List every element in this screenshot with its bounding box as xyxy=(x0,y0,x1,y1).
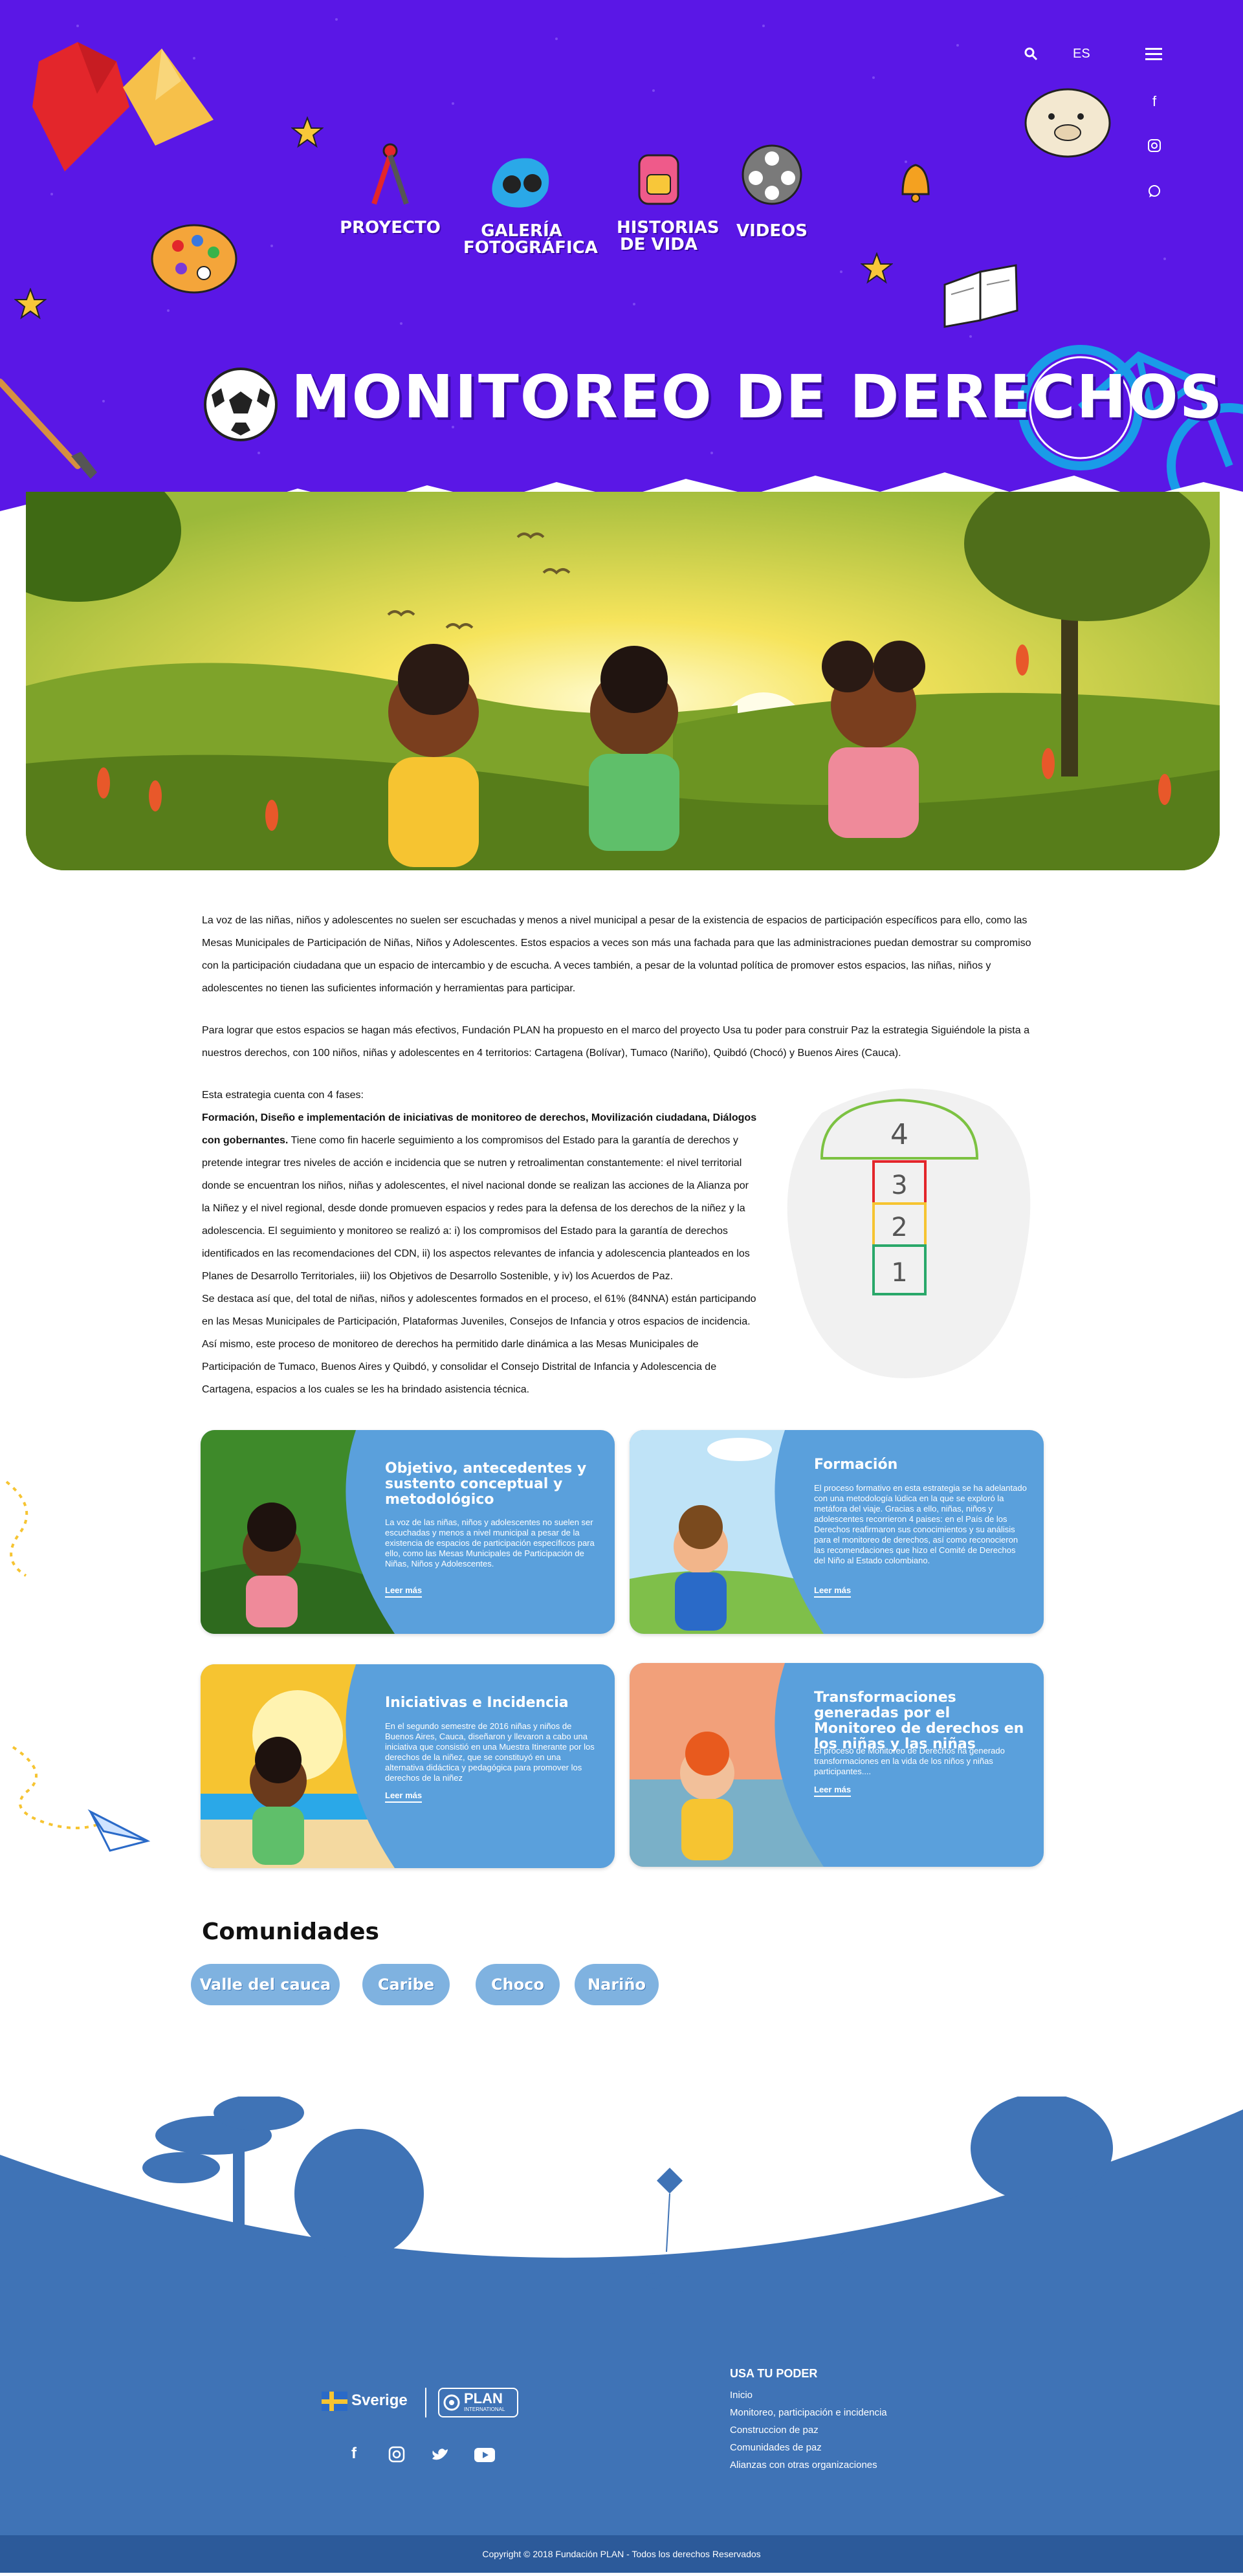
communities-title: Comunidades xyxy=(202,1919,379,1945)
nav-item-historias[interactable]: HISTORIAS DE VIDA xyxy=(594,146,723,253)
footer-link-comunidades[interactable]: Comunidades de paz xyxy=(730,2439,887,2456)
star-icon xyxy=(14,288,47,320)
community-valle-del-cauca[interactable]: Valle del cauca xyxy=(191,1964,340,2005)
paper-plane-icon xyxy=(12,1746,151,1852)
read-more-link[interactable]: Leer más xyxy=(385,1585,423,1598)
card-illustration xyxy=(630,1663,824,1867)
footer-landscape xyxy=(0,2093,1243,2573)
phases-paragraph: Esta estrategia cuenta con 4 fases: Form… xyxy=(202,1084,758,1288)
hero-scene xyxy=(26,492,1220,870)
intro-paragraph-2: Para lograr que estos espacios se hagan … xyxy=(202,1025,1029,1059)
backpack-icon xyxy=(638,154,679,205)
nav-label: PROYECTO xyxy=(340,218,441,237)
copyright-bar: Copyright © 2018 Fundación PLAN - Todos … xyxy=(0,2535,1243,2573)
community-caribe[interactable]: Caribe xyxy=(362,1964,450,2005)
phases-rest: Tiene como fin hacerle seguimiento a los… xyxy=(202,1135,750,1282)
card-illustration xyxy=(201,1664,395,1868)
origami-heart-icon xyxy=(32,42,214,171)
hopscotch-number: 2 xyxy=(891,1213,907,1242)
star-icon xyxy=(291,116,324,148)
card-formacion[interactable]: Formación El proceso formativo en esta e… xyxy=(630,1430,1044,1634)
read-more-link[interactable]: Leer más xyxy=(385,1790,423,1803)
footer-link-inicio[interactable]: Inicio xyxy=(730,2386,887,2404)
nav-item-videos[interactable]: VIDEOS xyxy=(707,142,837,239)
card-title: Objetivo, antecedentes y sustento concep… xyxy=(385,1460,587,1508)
search-icon[interactable] xyxy=(1024,47,1038,65)
dotted-path-doodle xyxy=(5,1481,28,1577)
logo-divider xyxy=(425,2388,426,2417)
star-icon xyxy=(861,252,893,284)
card-text: El proceso de Monitoreo de Derechos ha g… xyxy=(814,1746,1005,1776)
plan-logo-text: PLAN xyxy=(464,2390,503,2406)
community-choco[interactable]: Choco xyxy=(476,1964,560,2005)
footer xyxy=(0,2093,1243,2573)
card-iniciativas[interactable]: Iniciativas e Incidencia En el segundo s… xyxy=(201,1664,615,1868)
nav-item-galeria[interactable]: GALERÍA FOTOGRÁFICA xyxy=(457,152,598,258)
card-illustration xyxy=(201,1430,395,1634)
hopscotch-number: 1 xyxy=(891,1258,907,1288)
hopscotch-illustration: 4 3 2 1 xyxy=(787,1088,1031,1378)
phases-lead: Esta estrategia cuenta con 4 fases: xyxy=(202,1090,364,1101)
card-transformaciones[interactable]: Transformaciones generadas por el Monito… xyxy=(630,1663,1044,1867)
bell-icon xyxy=(901,164,930,203)
card-text: En el segundo semestre de 2016 niñas y n… xyxy=(385,1721,595,1783)
sweden-flag-icon xyxy=(322,2392,347,2411)
hopscotch-number: 3 xyxy=(891,1171,907,1200)
read-more-link[interactable]: Leer más xyxy=(814,1585,852,1598)
instagram-icon[interactable] xyxy=(388,2446,405,2466)
sponsor-logos: Sverige PLAN INTERNATIONAL xyxy=(322,2388,522,2420)
card-illustration xyxy=(630,1430,824,1634)
instagram-icon[interactable] xyxy=(1141,138,1167,157)
palette-icon xyxy=(151,224,237,294)
nav-item-proyecto[interactable]: PROYECTO xyxy=(325,139,455,236)
plan-logo: PLAN INTERNATIONAL xyxy=(438,2388,518,2417)
nav-label: VIDEOS xyxy=(736,221,808,241)
hero-illustration xyxy=(26,492,1220,870)
language-selector[interactable]: ES xyxy=(1073,47,1090,61)
piggy-bank-icon xyxy=(1024,88,1111,158)
film-reel-icon xyxy=(742,144,802,205)
plan-logo-icon xyxy=(443,2394,460,2411)
page-title: MONITOREO DE DERECHOS xyxy=(291,362,1224,432)
read-more-link[interactable]: Leer más xyxy=(814,1785,852,1797)
whatsapp-icon[interactable] xyxy=(1141,184,1167,202)
footer-links-title: USA TU PODER xyxy=(730,2367,818,2380)
hopscotch-number: 4 xyxy=(890,1118,908,1151)
twitter-icon[interactable] xyxy=(431,2447,449,2466)
results-paragraph: Se destaca así que, del total de niñas, … xyxy=(202,1294,756,1395)
sweden-logo-text: Sverige xyxy=(351,2392,408,2409)
facebook-icon[interactable]: f xyxy=(351,2445,357,2463)
compass-icon xyxy=(371,143,409,205)
nav-label: GALERÍA FOTOGRÁFICA xyxy=(463,221,598,258)
card-title: Transformaciones generadas por el Monito… xyxy=(814,1690,1024,1752)
book-icon xyxy=(943,264,1018,328)
footer-links: USA TU PODER Inicio Monitoreo, participa… xyxy=(730,2365,887,2474)
header: ES f PROYECTO GALERÍA FOTOGRÁFICA HISTOR… xyxy=(0,0,1243,518)
youtube-icon[interactable] xyxy=(474,2448,495,2465)
footer-link-monitoreo[interactable]: Monitoreo, participación e incidencia xyxy=(730,2404,887,2421)
card-objetivo[interactable]: Objetivo, antecedentes y sustento concep… xyxy=(201,1430,615,1634)
footer-link-alianzas[interactable]: Alianzas con otras organizaciones xyxy=(730,2456,887,2474)
camera-glasses-icon xyxy=(492,158,549,208)
intro-paragraph-1: La voz de las niñas, niños y adolescente… xyxy=(202,915,1031,994)
card-title: Formación xyxy=(814,1457,898,1473)
card-title: Iniciativas e Incidencia xyxy=(385,1695,569,1711)
community-narino[interactable]: Nariño xyxy=(575,1964,659,2005)
hamburger-menu-icon[interactable] xyxy=(1145,48,1162,65)
plan-logo-subtext: INTERNATIONAL xyxy=(464,2406,505,2412)
footer-link-construccion[interactable]: Construccion de paz xyxy=(730,2421,887,2439)
card-text: La voz de las niñas, niños y adolescente… xyxy=(385,1517,595,1569)
soccer-ball-icon xyxy=(204,368,278,441)
card-text: El proceso formativo en esta estrategia … xyxy=(814,1483,1027,1565)
facebook-icon[interactable]: f xyxy=(1141,93,1167,110)
nav-label: HISTORIAS DE VIDA xyxy=(617,218,720,254)
